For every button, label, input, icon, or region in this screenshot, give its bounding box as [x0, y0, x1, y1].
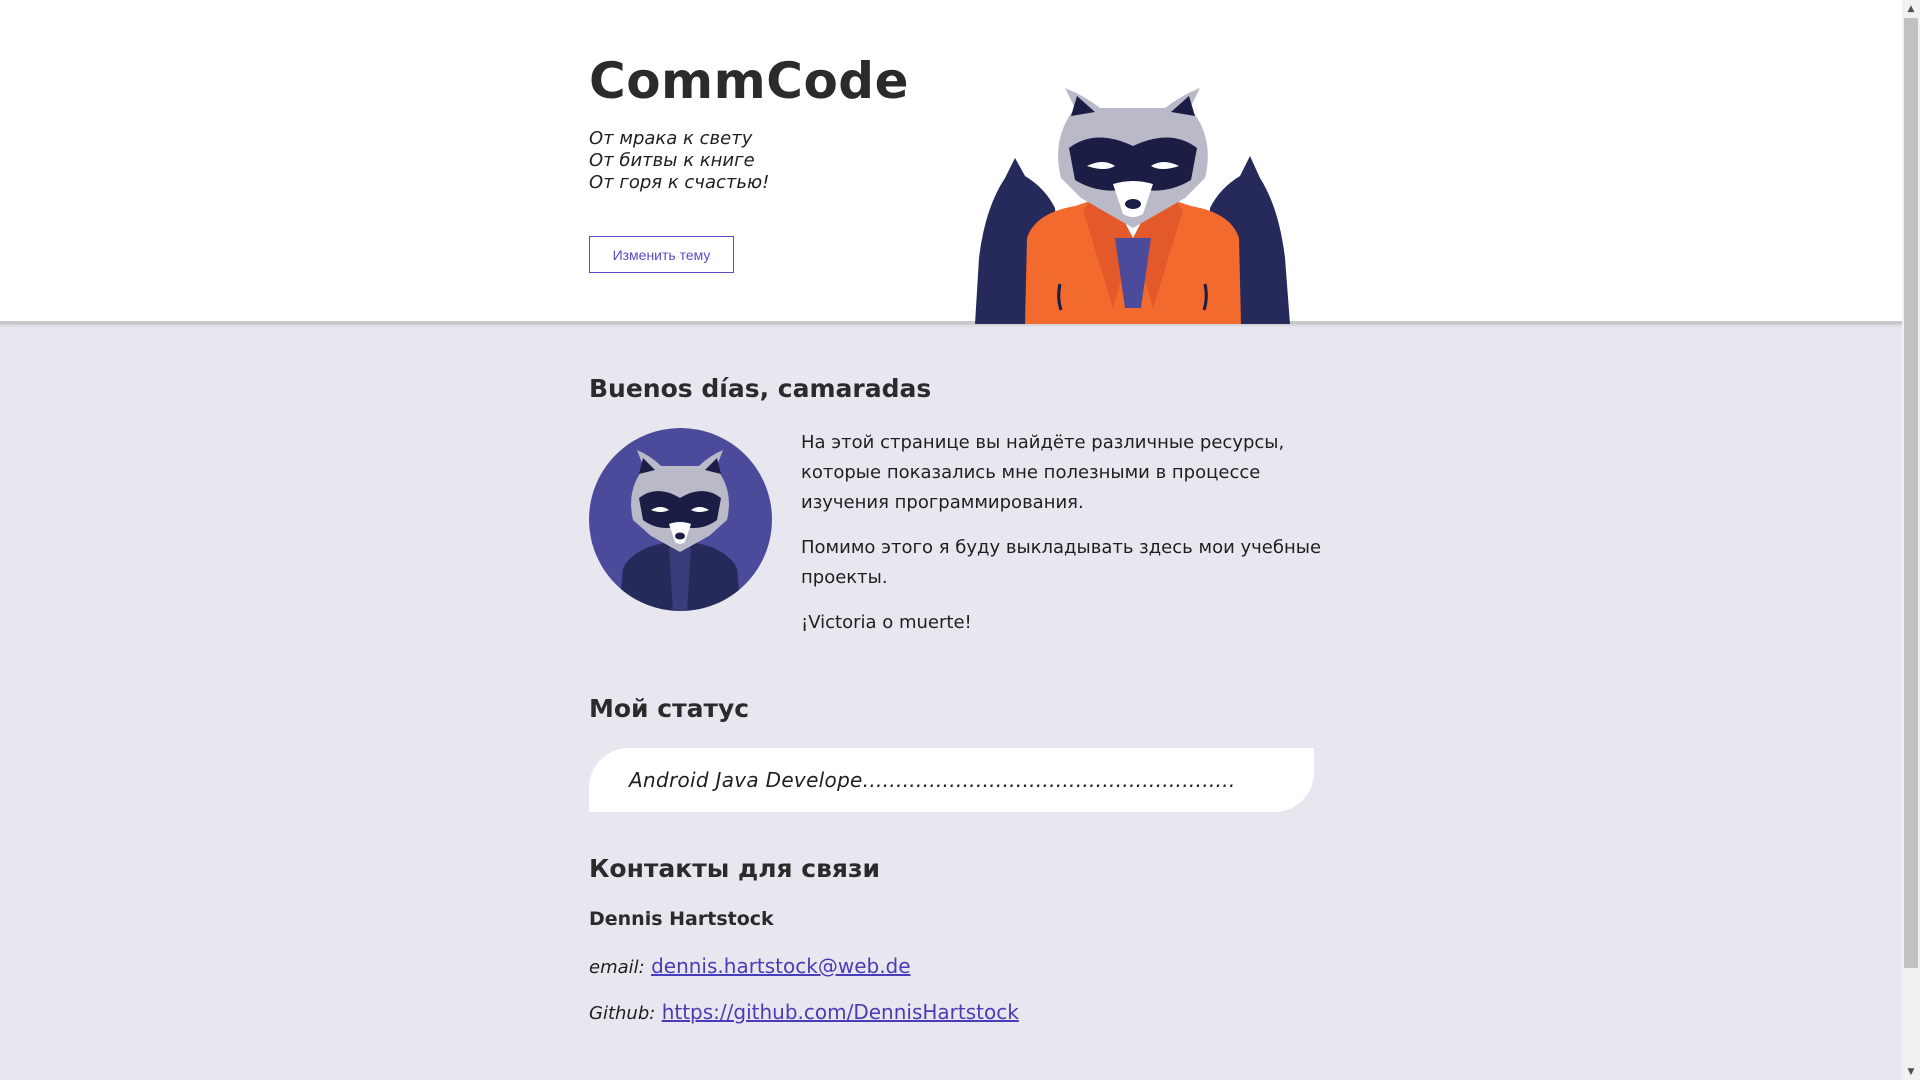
email-label: email: [589, 957, 645, 978]
greeting-title: Buenos días, camaradas [589, 374, 932, 403]
raccoon-hero-image [975, 88, 1290, 324]
site-header: CommCode От мрака к свету От битвы к кни… [0, 0, 1902, 324]
email-row: email: dennis.hartstock@web.de [589, 954, 911, 978]
site-title: CommCode [589, 52, 909, 110]
page: CommCode От мрака к свету От битвы к кни… [0, 0, 1902, 1080]
vertical-scrollbar[interactable]: ▲ ▼ [1902, 0, 1920, 1080]
raccoon-avatar-image [589, 428, 772, 611]
motto-line: От мрака к свету [589, 128, 753, 149]
intro-text: На этой странице вы найдёте различные ре… [801, 428, 1321, 653]
github-row: Github: https://github.com/DennisHartsto… [589, 1000, 1019, 1024]
github-label: Github: [589, 1003, 656, 1024]
scroll-down-icon[interactable]: ▼ [1902, 1063, 1920, 1080]
scroll-up-icon[interactable]: ▲ [1902, 0, 1920, 17]
intro-paragraph: Помимо этого я буду выкладывать здесь мо… [801, 537, 1322, 588]
scrollbar-thumb[interactable] [1904, 18, 1918, 968]
github-link[interactable]: https://github.com/DennisHartstock [662, 1000, 1019, 1024]
status-title: Мой статус [589, 694, 750, 723]
motto: От мрака к свету От битвы к книге От гор… [589, 128, 769, 194]
motto-line: От битвы к книге [589, 150, 755, 171]
intro-paragraph: ¡Victoria o muerte! [801, 612, 972, 633]
intro-paragraph: На этой странице вы найдёте различные ре… [801, 432, 1285, 513]
contact-name: Dennis Hartstock [589, 908, 774, 930]
email-link[interactable]: dennis.hartstock@web.de [651, 954, 910, 978]
contacts-title: Контакты для связи [589, 854, 881, 883]
change-theme-button[interactable]: Изменить тему [589, 236, 734, 273]
motto-line: От горя к счастью! [589, 172, 770, 193]
status-box: Android Java Develope...................… [589, 748, 1314, 812]
